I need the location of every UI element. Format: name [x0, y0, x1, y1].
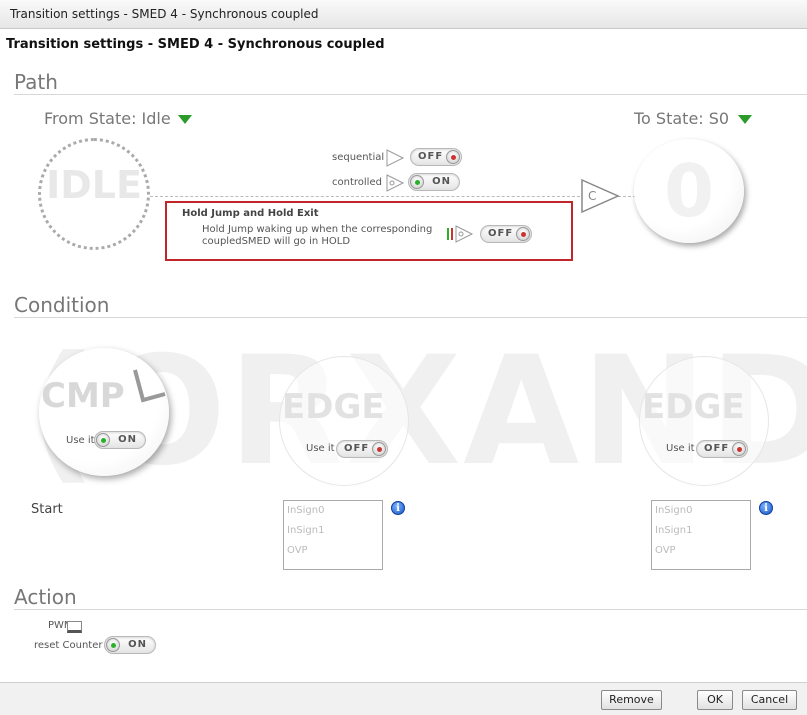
- edge1-signal-list[interactable]: InSign0 InSign1 OVP: [283, 500, 383, 570]
- edge2-signal-list[interactable]: InSign0 InSign1 OVP: [651, 500, 751, 570]
- list-item[interactable]: InSign0: [284, 501, 382, 521]
- from-state-circle: IDLE: [38, 138, 150, 250]
- sequential-toggle[interactable]: OFF: [410, 148, 462, 166]
- edge2-use-label: Use it: [666, 443, 695, 454]
- edge2-use-toggle[interactable]: OFF: [696, 440, 748, 458]
- transition-node-icon: C: [581, 178, 620, 214]
- ok-button[interactable]: OK: [697, 690, 733, 710]
- hold-jump-panel: Hold Jump and Hold Exit Hold Jump waking…: [165, 201, 573, 261]
- edge1-use-toggle[interactable]: OFF: [336, 440, 388, 458]
- list-item[interactable]: InSign1: [652, 521, 750, 541]
- hold-jump-description-line1: Hold Jump waking up when the correspondi…: [202, 224, 433, 235]
- start-label: Start: [31, 502, 63, 517]
- section-divider: [14, 609, 807, 610]
- reset-counter-toggle[interactable]: ON: [104, 636, 156, 654]
- section-divider: [14, 317, 807, 318]
- from-state-circle-text: IDLE: [46, 163, 142, 207]
- list-item[interactable]: OVP: [652, 541, 750, 561]
- cancel-button[interactable]: Cancel: [742, 690, 797, 710]
- cmp-condition-circle: CMP Use it ON: [39, 348, 169, 476]
- from-state-dropdown-icon[interactable]: [178, 115, 192, 124]
- window-titlebar: Transition settings - SMED 4 - Synchrono…: [0, 0, 807, 29]
- controlled-label: controlled: [332, 177, 382, 188]
- edge2-circle-text: EDGE: [642, 387, 745, 427]
- window-title: Transition settings - SMED 4 - Synchrono…: [10, 7, 319, 21]
- hold-jump-icon: [447, 225, 474, 243]
- hold-jump-title: Hold Jump and Hold Exit: [182, 208, 319, 219]
- section-title-action: Action: [14, 585, 77, 609]
- list-item[interactable]: OVP: [284, 541, 382, 561]
- edge2-condition-circle: EDGE Use it OFF: [639, 356, 769, 486]
- section-title-condition: Condition: [14, 293, 110, 317]
- remove-button[interactable]: Remove: [601, 690, 662, 710]
- reset-counter-label: reset Counter: [34, 640, 103, 651]
- section-divider: [14, 94, 807, 95]
- transition-path-line: [150, 196, 580, 197]
- to-state-circle: 0: [634, 139, 744, 243]
- edge1-use-label: Use it: [306, 443, 335, 454]
- list-item[interactable]: InSign0: [652, 501, 750, 521]
- dialog-heading: Transition settings - SMED 4 - Synchrono…: [6, 37, 385, 52]
- cmp-circle-text: CMP: [41, 376, 125, 416]
- from-state-label[interactable]: From State: Idle: [44, 109, 171, 128]
- to-state-circle-text: 0: [663, 149, 715, 233]
- edge2-info-icon[interactable]: i: [759, 501, 773, 515]
- sequential-icon: [386, 149, 405, 167]
- controlled-icon: [386, 174, 405, 192]
- to-state-label[interactable]: To State: S0: [634, 109, 729, 128]
- edge1-condition-circle: EDGE Use it OFF: [279, 356, 409, 486]
- controlled-toggle[interactable]: ON: [408, 173, 460, 191]
- hold-jump-toggle[interactable]: OFF: [480, 225, 532, 243]
- sequential-label: sequential: [332, 152, 385, 163]
- edge1-circle-text: EDGE: [282, 387, 385, 427]
- edge1-info-icon[interactable]: i: [391, 501, 405, 515]
- hold-jump-description-line2: coupledSMED will go in HOLD: [202, 236, 351, 247]
- cmp-clock-hand-icon: [133, 369, 166, 403]
- dialog-footer: Remove OK Cancel: [0, 682, 807, 715]
- section-title-path: Path: [14, 70, 58, 94]
- cmp-use-label: Use it: [66, 435, 95, 446]
- to-state-dropdown-icon[interactable]: [738, 115, 752, 124]
- transition-node-label: C: [588, 189, 596, 203]
- pwm-checkbox[interactable]: [67, 621, 82, 633]
- cmp-use-toggle[interactable]: ON: [94, 431, 146, 449]
- list-item[interactable]: InSign1: [284, 521, 382, 541]
